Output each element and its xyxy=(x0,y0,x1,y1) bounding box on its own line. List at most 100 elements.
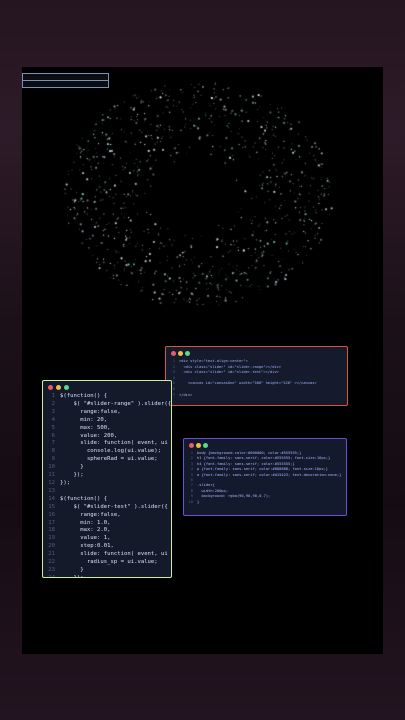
line-number: 15 xyxy=(48,503,55,510)
code-line: 7 slide: function( event, ui ) { xyxy=(46,440,171,448)
code-line: 16 range:false, xyxy=(46,512,171,520)
line-number: 1 xyxy=(51,393,55,399)
code-text: .slider{ xyxy=(197,483,215,488)
line-number: 24 xyxy=(48,574,55,578)
code-text: max: 2.0, xyxy=(60,527,111,534)
code-line: 10} xyxy=(187,500,346,505)
code-line: 5 max: 500, xyxy=(46,425,171,433)
code-line: 23 } xyxy=(46,567,171,575)
line-number: 14 xyxy=(48,495,55,502)
line-number: 10 xyxy=(188,499,193,504)
line-number: 7 xyxy=(51,440,55,447)
code-text: }); xyxy=(60,574,84,578)
line-number: 9 xyxy=(51,456,55,463)
particle-sphere-canvas xyxy=(22,67,383,327)
maximize-dot-icon[interactable] xyxy=(64,385,69,390)
code-text: range:false, xyxy=(60,408,121,415)
line-number: 21 xyxy=(48,551,55,558)
code-text: sphereRad = ui.value; xyxy=(60,456,158,463)
line-number: 6 xyxy=(51,432,55,439)
code-text: }); xyxy=(60,479,71,486)
code-text: body {background-color:#000000; color:#5… xyxy=(197,451,302,455)
window-titlebar xyxy=(184,439,346,451)
code-text: $( "#slider-range" ).slider({ xyxy=(60,400,172,407)
close-dot-icon[interactable] xyxy=(48,385,53,390)
css-code: 1 body {background-color:#000000; color:#… xyxy=(184,451,346,505)
code-text: background: rgba(90,90,90,0.7); xyxy=(197,494,271,499)
code-text: <canvas id="canvasOne" width="500" heigh… xyxy=(179,381,317,386)
code-line: 2 $( "#slider-range" ).slider({ xyxy=(46,401,171,409)
code-text: <div class="slider" id="slider-test"></d… xyxy=(179,370,279,375)
code-text: p {font-family: sans-serif; color:#88888… xyxy=(197,467,328,472)
line-number: 2 xyxy=(51,400,55,407)
js-code-window: 1 $(function() { 2 $( "#slider-range" ).sl… xyxy=(42,380,172,578)
code-line: 6 value: 200, xyxy=(46,433,171,441)
css-code-window: 1 body {background-color:#000000; color:#… xyxy=(183,438,347,516)
line-number: 5 xyxy=(51,424,55,431)
code-text: $(function() { xyxy=(60,393,108,399)
code-text: } xyxy=(60,464,84,471)
code-text: value: 1, xyxy=(60,535,111,542)
code-text: min: 20, xyxy=(60,416,108,423)
code-text: } xyxy=(197,499,200,504)
code-line: 1 $(function() { xyxy=(46,393,171,401)
line-number: 18 xyxy=(48,527,55,534)
code-text: h1 {font-family: sans-serif; color:#5555… xyxy=(197,456,331,461)
code-line: 18 max: 2.0, xyxy=(46,527,171,535)
line-number: 17 xyxy=(48,519,55,526)
code-text: a {font-family: sans-serif; color:#d1542… xyxy=(197,472,342,477)
code-line: 24 }); xyxy=(46,574,171,578)
code-line: 19 value: 1, xyxy=(46,535,171,543)
minimize-dot-icon[interactable] xyxy=(178,351,183,356)
html-code-window: 1 <div style="text-align:center"> 2 <div c… xyxy=(165,346,348,406)
code-line: 9 sphereRad = ui.value; xyxy=(46,456,171,464)
code-text: range:false, xyxy=(60,511,121,518)
line-number: 16 xyxy=(48,511,55,518)
code-text: <div style="text-align:center"> xyxy=(179,359,248,363)
maximize-dot-icon[interactable] xyxy=(185,351,190,356)
js-code: 1 $(function() { 2 $( "#slider-range" ).sl… xyxy=(43,393,171,578)
code-text: }); xyxy=(60,472,84,479)
code-text: console.log(ui.value); xyxy=(60,448,162,455)
code-line: 3 range:false, xyxy=(46,409,171,417)
code-text: $( "#slider-test" ).slider({ xyxy=(60,503,168,510)
line-number: 8 xyxy=(51,448,55,455)
close-dot-icon[interactable] xyxy=(171,351,176,356)
html-code: 1 <div style="text-align:center"> 2 <div c… xyxy=(166,359,347,398)
window-titlebar xyxy=(43,381,171,393)
close-dot-icon[interactable] xyxy=(189,443,194,448)
code-line: 7 </div> xyxy=(169,393,347,399)
line-number: 11 xyxy=(48,472,55,479)
line-number: 20 xyxy=(48,543,55,550)
code-text: min: 1.0, xyxy=(60,519,111,526)
code-line: 17 min: 1.0, xyxy=(46,520,171,528)
code-text: h4 {font-family: sans-serif; color:#5555… xyxy=(197,461,295,466)
line-number: 13 xyxy=(48,487,55,494)
code-text: slide: function( event, ui ) { xyxy=(60,551,172,558)
line-number: 19 xyxy=(48,535,55,542)
code-line: 4 min: 20, xyxy=(46,417,171,425)
code-text: value: 200, xyxy=(60,432,118,439)
code-text: max: 500, xyxy=(60,424,111,431)
code-line: 20 step:0.01, xyxy=(46,543,171,551)
line-number: 4 xyxy=(51,416,55,423)
code-line: 13 xyxy=(46,488,171,496)
minimize-dot-icon[interactable] xyxy=(56,385,61,390)
code-text: width:200px; xyxy=(197,488,229,493)
minimize-dot-icon[interactable] xyxy=(196,443,201,448)
code-line: 10 } xyxy=(46,464,171,472)
code-line: 14 $(function() { xyxy=(46,496,171,504)
code-text: slide: function( event, ui ) { xyxy=(60,440,172,447)
code-line: 12}); xyxy=(46,480,171,488)
code-line: 8 console.log(ui.value); xyxy=(46,448,171,456)
line-number: 12 xyxy=(48,479,55,486)
line-number: 3 xyxy=(51,408,55,415)
code-text: } xyxy=(60,566,84,573)
code-line: 11 }); xyxy=(46,472,171,480)
line-number: 23 xyxy=(48,566,55,573)
code-line: 5a {font-family: sans-serif; color:#d154… xyxy=(187,473,346,478)
maximize-dot-icon[interactable] xyxy=(203,443,208,448)
code-line: 21 slide: function( event, ui ) { xyxy=(46,551,171,559)
code-text: </div> xyxy=(179,392,193,397)
code-text: $(function() { xyxy=(60,495,108,502)
